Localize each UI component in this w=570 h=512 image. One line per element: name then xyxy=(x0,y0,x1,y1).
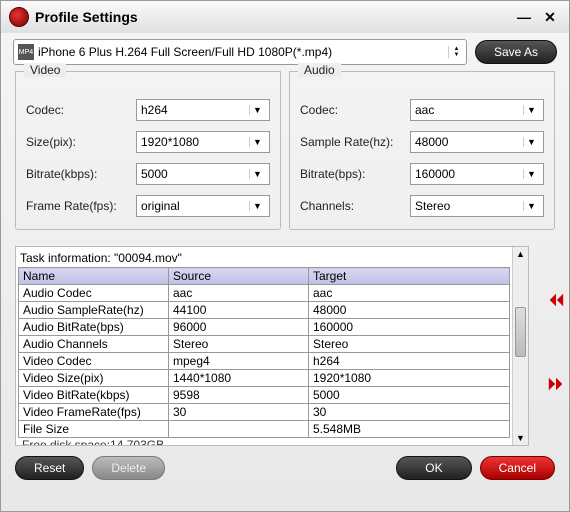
table-cell: Video BitRate(kbps) xyxy=(19,387,169,404)
window-title: Profile Settings xyxy=(35,9,509,25)
video-size-label: Size(pix): xyxy=(26,135,136,149)
double-left-icon xyxy=(547,291,565,309)
audio-ch-label: Channels: xyxy=(300,199,410,213)
table-cell: aac xyxy=(309,285,510,302)
video-section-title: Video xyxy=(24,63,66,77)
table-row[interactable]: Audio ChannelsStereoStereo xyxy=(19,336,510,353)
audio-br-select[interactable]: 160000▼ xyxy=(410,163,544,185)
audio-codec-select[interactable]: aac▼ xyxy=(410,99,544,121)
col-target[interactable]: Target xyxy=(309,268,510,285)
spinner-icon[interactable]: ▲▼ xyxy=(448,46,462,58)
table-cell: 30 xyxy=(169,404,309,421)
table-cell: Stereo xyxy=(309,336,510,353)
table-cell: Stereo xyxy=(169,336,309,353)
video-fps-label: Frame Rate(fps): xyxy=(26,199,136,213)
mp4-icon: MP4 xyxy=(18,44,34,60)
video-section: Video Codec: h264▼ Size(pix): 1920*1080▼… xyxy=(15,71,281,230)
table-cell: Audio Channels xyxy=(19,336,169,353)
audio-section-title: Audio xyxy=(298,63,341,77)
table-row[interactable]: Audio SampleRate(hz)4410048000 xyxy=(19,302,510,319)
ok-button[interactable]: OK xyxy=(396,456,471,480)
table-cell: Video Codec xyxy=(19,353,169,370)
table-row[interactable]: Video Codecmpeg4h264 xyxy=(19,353,510,370)
table-cell: 44100 xyxy=(169,302,309,319)
save-as-button[interactable]: Save As xyxy=(475,40,557,64)
video-codec-label: Codec: xyxy=(26,103,136,117)
video-codec-select[interactable]: h264▼ xyxy=(136,99,270,121)
chevron-down-icon: ▼ xyxy=(249,105,265,115)
profile-combo[interactable]: MP4 iPhone 6 Plus H.264 Full Screen/Full… xyxy=(13,39,467,65)
minimize-button[interactable]: — xyxy=(513,8,535,26)
table-cell xyxy=(169,421,309,438)
chevron-down-icon: ▼ xyxy=(523,105,539,115)
close-button[interactable]: ✕ xyxy=(539,8,561,26)
reset-button[interactable]: Reset xyxy=(15,456,84,480)
app-icon xyxy=(9,7,29,27)
video-bitrate-select[interactable]: 5000▼ xyxy=(136,163,270,185)
table-cell: 1440*1080 xyxy=(169,370,309,387)
table-cell: 30 xyxy=(309,404,510,421)
delete-button[interactable]: Delete xyxy=(92,456,165,480)
table-cell: File Size xyxy=(19,421,169,438)
audio-sr-label: Sample Rate(hz): xyxy=(300,135,410,149)
audio-codec-label: Codec: xyxy=(300,103,410,117)
table-cell: mpeg4 xyxy=(169,353,309,370)
audio-br-label: Bitrate(bps): xyxy=(300,167,410,181)
table-cell: h264 xyxy=(309,353,510,370)
scroll-down-icon[interactable]: ▼ xyxy=(513,433,528,443)
double-right-icon xyxy=(547,375,565,393)
vertical-scrollbar[interactable]: ▲ ▼ xyxy=(512,247,528,445)
table-cell: aac xyxy=(169,285,309,302)
table-cell: Video Size(pix) xyxy=(19,370,169,387)
table-cell: 5000 xyxy=(309,387,510,404)
task-table: Name Source Target Audio CodecaacaacAudi… xyxy=(18,267,510,438)
audio-ch-select[interactable]: Stereo▼ xyxy=(410,195,544,217)
table-cell: 160000 xyxy=(309,319,510,336)
table-row[interactable]: Audio BitRate(bps)96000160000 xyxy=(19,319,510,336)
free-disk-label: Free disk space:14.703GB xyxy=(18,438,510,445)
audio-section: Audio Codec: aac▼ Sample Rate(hz): 48000… xyxy=(289,71,555,230)
profile-combo-value: iPhone 6 Plus H.264 Full Screen/Full HD … xyxy=(38,45,448,59)
chevron-down-icon: ▼ xyxy=(249,137,265,147)
chevron-down-icon: ▼ xyxy=(523,137,539,147)
table-cell: 48000 xyxy=(309,302,510,319)
table-cell: 1920*1080 xyxy=(309,370,510,387)
prev-button[interactable] xyxy=(545,289,567,311)
scrollbar-thumb[interactable] xyxy=(515,307,526,357)
chevron-down-icon: ▼ xyxy=(523,169,539,179)
chevron-down-icon: ▼ xyxy=(249,201,265,211)
table-cell: 96000 xyxy=(169,319,309,336)
next-button[interactable] xyxy=(545,373,567,395)
table-cell: Audio Codec xyxy=(19,285,169,302)
table-cell: 9598 xyxy=(169,387,309,404)
table-cell: Video FrameRate(fps) xyxy=(19,404,169,421)
table-cell: 5.548MB xyxy=(309,421,510,438)
cancel-button[interactable]: Cancel xyxy=(480,456,555,480)
col-source[interactable]: Source xyxy=(169,268,309,285)
chevron-down-icon: ▼ xyxy=(523,201,539,211)
col-name[interactable]: Name xyxy=(19,268,169,285)
video-bitrate-label: Bitrate(kbps): xyxy=(26,167,136,181)
video-fps-select[interactable]: original▼ xyxy=(136,195,270,217)
table-row[interactable]: File Size 5.548MB xyxy=(19,421,510,438)
table-row[interactable]: Audio Codecaacaac xyxy=(19,285,510,302)
task-info-label: Task information: "00094.mov" xyxy=(18,249,510,267)
table-row[interactable]: Video BitRate(kbps)95985000 xyxy=(19,387,510,404)
task-info-panel: Task information: "00094.mov" Name Sourc… xyxy=(15,246,529,446)
table-cell: Audio SampleRate(hz) xyxy=(19,302,169,319)
chevron-down-icon: ▼ xyxy=(249,169,265,179)
audio-sr-select[interactable]: 48000▼ xyxy=(410,131,544,153)
scroll-up-icon[interactable]: ▲ xyxy=(513,249,528,259)
table-row[interactable]: Video FrameRate(fps)3030 xyxy=(19,404,510,421)
video-size-select[interactable]: 1920*1080▼ xyxy=(136,131,270,153)
table-row[interactable]: Video Size(pix)1440*10801920*1080 xyxy=(19,370,510,387)
titlebar: Profile Settings — ✕ xyxy=(1,1,569,33)
table-cell: Audio BitRate(bps) xyxy=(19,319,169,336)
